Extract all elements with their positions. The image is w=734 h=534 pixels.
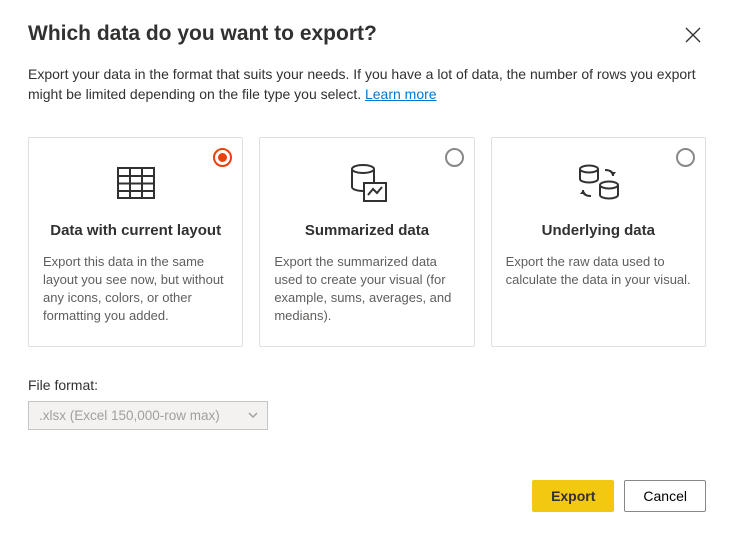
option-description: Export this data in the same layout you … (43, 253, 228, 326)
cancel-button[interactable]: Cancel (624, 480, 706, 512)
radio-underlying[interactable] (676, 148, 695, 167)
close-icon (684, 26, 702, 44)
option-underlying[interactable]: Underlying data Export the raw data used… (491, 137, 706, 347)
file-format-label: File format: (28, 377, 706, 393)
close-button[interactable] (680, 22, 706, 48)
option-title: Data with current layout (43, 222, 228, 239)
option-description: Export the raw data used to calculate th… (506, 253, 691, 289)
learn-more-link[interactable]: Learn more (365, 86, 437, 102)
option-title: Summarized data (274, 222, 459, 239)
export-options: Data with current layout Export this dat… (28, 137, 706, 347)
radio-summarized[interactable] (445, 148, 464, 167)
option-title: Underlying data (506, 222, 691, 239)
file-format-select[interactable]: .xlsx (Excel 150,000-row max) (28, 401, 268, 430)
option-description: Export the summarized data used to creat… (274, 253, 459, 326)
table-grid-icon (43, 158, 228, 208)
file-format-value: .xlsx (Excel 150,000-row max) (39, 408, 220, 423)
dialog-description: Export your data in the format that suit… (28, 64, 706, 105)
summarized-data-icon (274, 158, 459, 208)
export-button[interactable]: Export (532, 480, 614, 512)
chevron-down-icon (247, 409, 259, 421)
option-summarized[interactable]: Summarized data Export the summarized da… (259, 137, 474, 347)
radio-current-layout[interactable] (213, 148, 232, 167)
dialog-title: Which data do you want to export? (28, 22, 377, 46)
underlying-data-icon (506, 158, 691, 208)
dialog-footer: Export Cancel (532, 480, 706, 512)
option-current-layout[interactable]: Data with current layout Export this dat… (28, 137, 243, 347)
